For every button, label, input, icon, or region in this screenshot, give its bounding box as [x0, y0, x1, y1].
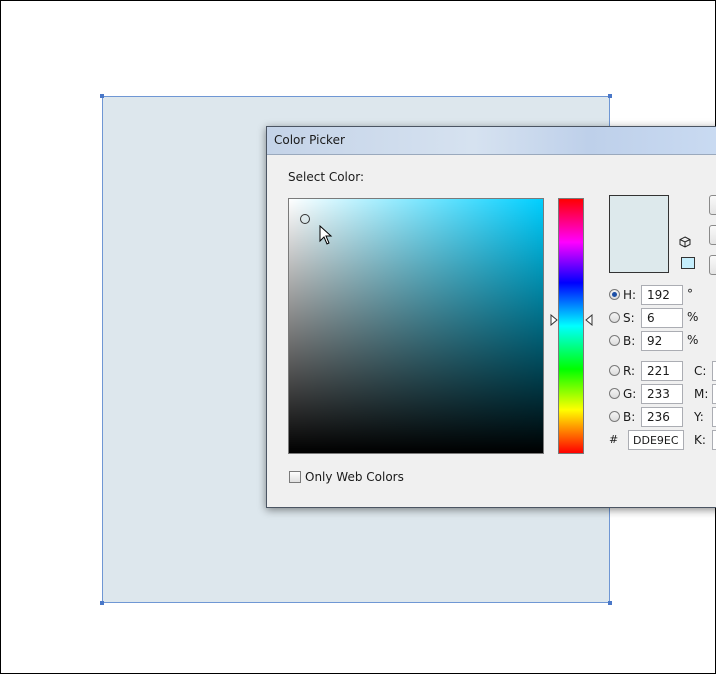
cube-icon[interactable] [679, 236, 691, 248]
magenta-label: M: [694, 387, 709, 401]
saturation-label: S: [623, 311, 635, 325]
color-swatches-button[interactable] [709, 255, 716, 275]
radio-brightness[interactable] [609, 335, 620, 346]
brightness-unit: % [687, 333, 699, 347]
saturation-input[interactable]: 6 [641, 308, 683, 328]
dialog-title: Color Picker [274, 133, 345, 147]
green-input[interactable]: 233 [641, 384, 683, 404]
radio-green[interactable] [609, 388, 620, 399]
dialog-titlebar[interactable]: Color Picker [267, 127, 716, 155]
saturation-unit: % [687, 310, 699, 324]
cyan-input[interactable] [712, 361, 716, 381]
hue-slider[interactable] [558, 198, 584, 454]
red-label: R: [623, 364, 636, 378]
radio-saturation[interactable] [609, 312, 620, 323]
radio-hue[interactable] [609, 289, 620, 300]
hue-slider-right-arrow-icon[interactable] [585, 314, 593, 326]
radio-red[interactable] [609, 365, 620, 376]
selection-handle-bottom-right[interactable] [608, 601, 612, 605]
green-label: G: [623, 387, 637, 401]
yellow-label: Y: [694, 410, 704, 424]
new-color-swatch [609, 195, 669, 273]
blue-label: B: [623, 410, 636, 424]
brightness-label: B: [623, 334, 636, 348]
hue-unit: ° [687, 287, 693, 301]
hue-label: H: [623, 288, 637, 302]
selection-handle-top-right[interactable] [608, 94, 612, 98]
magenta-input[interactable] [712, 384, 716, 404]
brightness-input[interactable]: 92 [641, 331, 683, 351]
hue-input[interactable]: 192 [641, 285, 683, 305]
cyan-label: C: [694, 364, 707, 378]
selection-handle-bottom-left[interactable] [100, 601, 104, 605]
cancel-button[interactable] [709, 225, 716, 245]
color-picker-dialog: Color Picker Select Color: H: 192 ° S: 6… [266, 126, 716, 508]
only-web-colors-label: Only Web Colors [305, 470, 404, 484]
blue-input[interactable]: 236 [641, 407, 683, 427]
color-marker[interactable] [300, 214, 310, 224]
only-web-colors-checkbox[interactable] [289, 471, 301, 483]
select-color-label: Select Color: [288, 170, 364, 184]
hex-input[interactable]: DDE9EC [628, 430, 684, 450]
black-input[interactable] [712, 430, 716, 450]
mouse-cursor-icon [319, 225, 333, 245]
yellow-input[interactable] [712, 407, 716, 427]
websafe-swatch-icon[interactable] [681, 257, 695, 269]
red-input[interactable]: 221 [641, 361, 683, 381]
hue-slider-left-arrow-icon[interactable] [550, 314, 558, 326]
hex-label: # [609, 433, 619, 446]
radio-blue[interactable] [609, 411, 620, 422]
selection-handle-top-left[interactable] [100, 94, 104, 98]
ok-button[interactable] [709, 195, 716, 215]
black-label: K: [694, 433, 706, 447]
